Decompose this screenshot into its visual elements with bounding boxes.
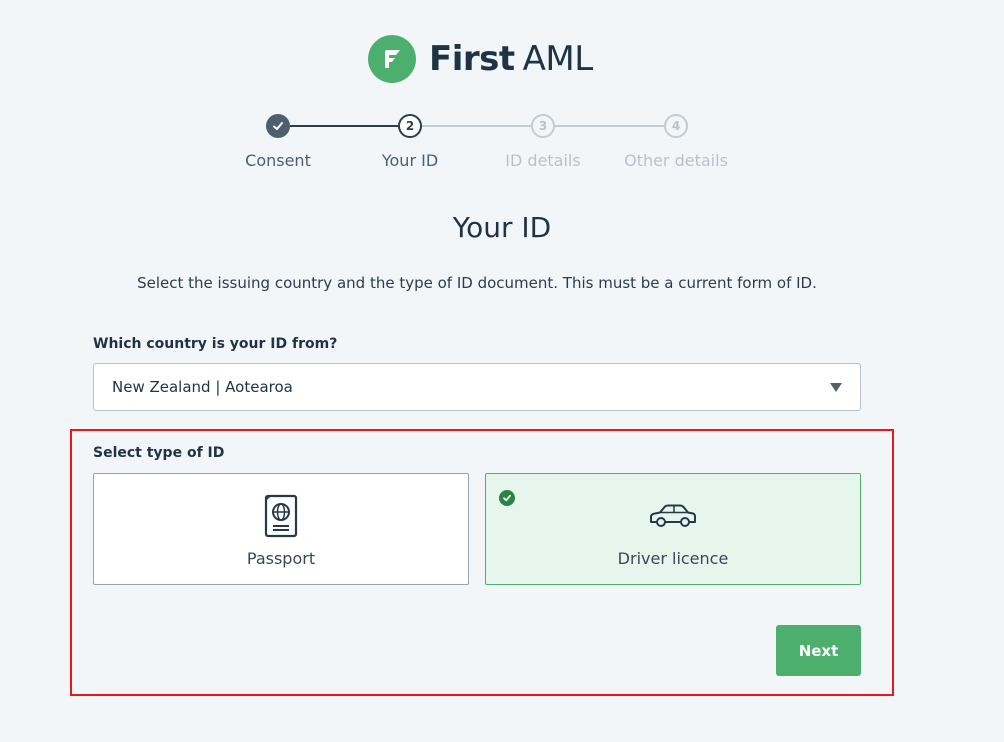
progress-stepper: 2 3 4 Consent Your ID ID details Other d… [0, 114, 1004, 174]
step-connector-upcoming [422, 125, 531, 127]
next-button[interactable]: Next [776, 625, 861, 676]
page-subtitle: Select the issuing country and the type … [137, 274, 817, 292]
chevron-down-icon [830, 383, 842, 392]
step-label-consent: Consent [245, 151, 311, 170]
step-connector-complete [290, 125, 398, 127]
step-2-number: 2 [405, 119, 415, 133]
brand-name-first: First [429, 39, 515, 79]
brand-logo: First AML [368, 35, 593, 83]
step-3-number: 3 [538, 119, 548, 133]
step-label-other-details: Other details [624, 151, 728, 170]
step-2-indicator: 2 [398, 114, 422, 138]
brand-name-aml: AML [522, 39, 594, 79]
step-4-indicator: 4 [664, 114, 688, 138]
step-label-your-id: Your ID [381, 151, 439, 170]
id-option-driver-licence[interactable]: Driver licence [485, 473, 861, 585]
passport-icon [262, 494, 300, 538]
page-title: Your ID [452, 211, 552, 244]
brand-name: First AML [429, 39, 593, 79]
id-option-passport-label: Passport [246, 549, 316, 568]
step-3-indicator: 3 [531, 114, 555, 138]
id-option-driver-licence-label: Driver licence [617, 549, 729, 568]
selected-check-icon [499, 490, 515, 506]
car-icon [648, 494, 698, 538]
step-4-number: 4 [671, 119, 681, 133]
step-label-id-details: ID details [505, 151, 581, 170]
id-type-label: Select type of ID [93, 445, 225, 461]
step-connector-upcoming [555, 125, 664, 127]
id-option-passport[interactable]: Passport [93, 473, 469, 585]
country-field-label: Which country is your ID from? [93, 336, 338, 352]
first-aml-logo-icon [368, 35, 416, 83]
country-select[interactable]: New Zealand | Aotearoa [93, 363, 861, 411]
step-1-check-icon [266, 114, 290, 138]
country-select-value: New Zealand | Aotearoa [112, 378, 293, 396]
